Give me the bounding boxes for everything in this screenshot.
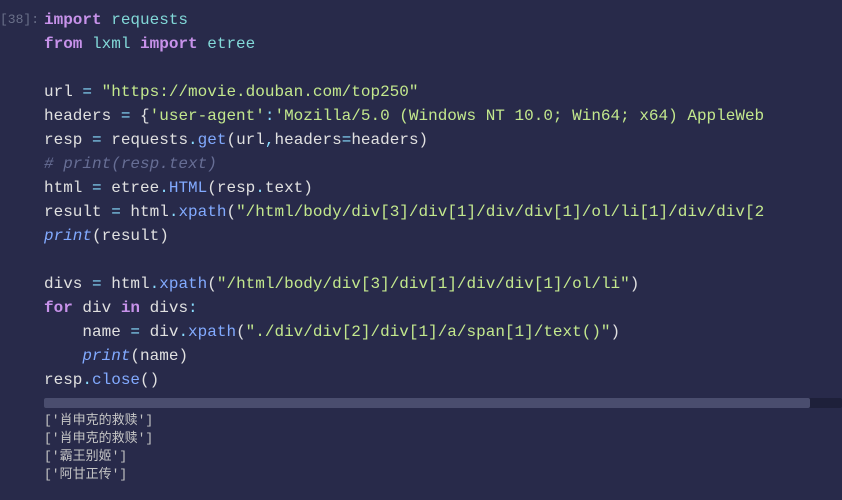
code-line[interactable]: html = etree.HTML(resp.text)	[44, 176, 842, 200]
code-line[interactable]: # print(resp.text)	[44, 152, 842, 176]
code-line[interactable]: url = "https://movie.douban.com/top250"	[44, 80, 842, 104]
output-line: ['阿甘正传']	[44, 466, 842, 484]
code-line[interactable]: name = div.xpath("./div/div[2]/div[1]/a/…	[44, 320, 842, 344]
cell-prompt: [38]:	[0, 8, 44, 392]
horizontal-scrollbar[interactable]	[44, 398, 842, 408]
code-line[interactable]	[44, 56, 842, 80]
code-line[interactable]: import requests	[44, 8, 842, 32]
code-line[interactable]: result = html.xpath("/html/body/div[3]/d…	[44, 200, 842, 224]
code-line[interactable]: divs = html.xpath("/html/body/div[3]/div…	[44, 272, 842, 296]
output-line: ['肖申克的救赎']	[44, 430, 842, 448]
code-line[interactable]: resp.close()	[44, 368, 842, 392]
code-line[interactable]: resp = requests.get(url,headers=headers)	[44, 128, 842, 152]
code-line[interactable]: for div in divs:	[44, 296, 842, 320]
code-line[interactable]: headers = {'user-agent':'Mozilla/5.0 (Wi…	[44, 104, 842, 128]
code-line[interactable]: print(result)	[44, 224, 842, 248]
code-line[interactable]	[44, 248, 842, 272]
output-line: ['肖申克的救赎']	[44, 412, 842, 430]
output-line: ['霸王别姬']	[44, 448, 842, 466]
code-cell: [38]: import requestsfrom lxml import et…	[0, 0, 842, 392]
code-editor[interactable]: import requestsfrom lxml import etree ur…	[44, 8, 842, 392]
code-line[interactable]: from lxml import etree	[44, 32, 842, 56]
code-line[interactable]: print(name)	[44, 344, 842, 368]
cell-output: ['肖申克的救赎']['肖申克的救赎']['霸王别姬']['阿甘正传']	[44, 412, 842, 484]
scrollbar-thumb[interactable]	[44, 398, 810, 408]
